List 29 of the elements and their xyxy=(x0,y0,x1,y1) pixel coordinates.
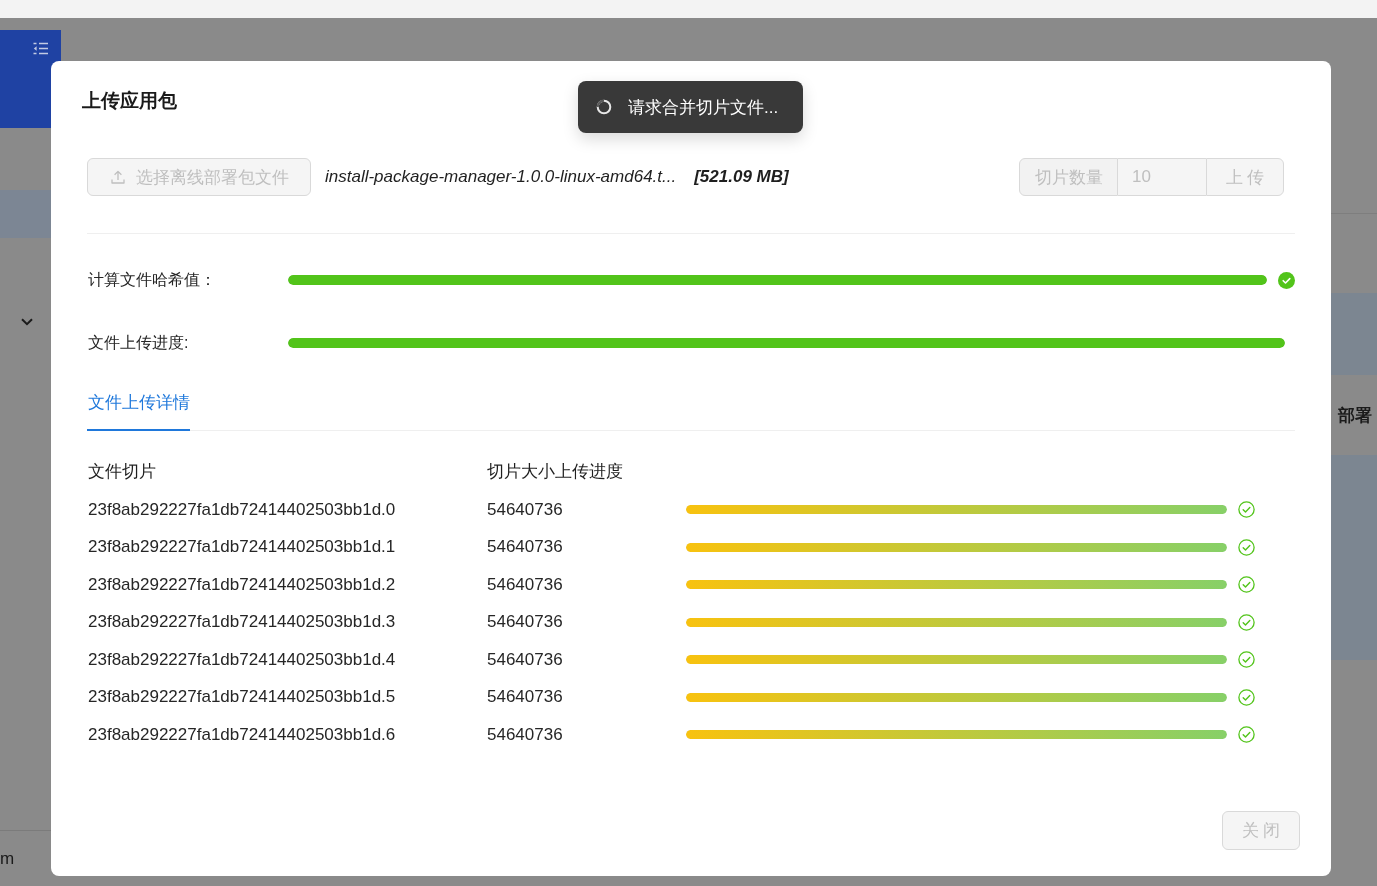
tab[interactable]: 文件上传详情 xyxy=(87,391,190,431)
column-header: 切片大小上传进度 xyxy=(487,460,624,483)
upload-icon xyxy=(109,169,126,185)
slice-name: 23f8ab292227fa1db72414402503bb1d.0 xyxy=(88,499,397,520)
slice-name: 23f8ab292227fa1db72414402503bb1d.5 xyxy=(88,687,397,708)
slice-name: 23f8ab292227fa1db72414402503bb1d.2 xyxy=(88,574,397,595)
slice-name: 23f8ab292227fa1db72414402503bb1d.4 xyxy=(88,649,397,670)
slice-size: 54640736 xyxy=(487,649,564,670)
chevron-down-icon[interactable] xyxy=(21,318,33,326)
slice-name: 23f8ab292227fa1db72414402503bb1d.3 xyxy=(88,612,397,633)
progress-label: 计算文件哈希值： xyxy=(87,269,217,290)
file-size: [521.09 MB] xyxy=(694,167,789,187)
column-header: 文件切片 xyxy=(88,460,157,483)
slice-size: 54640736 xyxy=(487,574,564,595)
dialog-title: 上传应用包 xyxy=(82,89,177,113)
slice-size: 54640736 xyxy=(487,499,564,520)
toast-text: 请求合并切片文件... xyxy=(628,96,779,119)
slice-name: 23f8ab292227fa1db72414402503bb1d.6 xyxy=(88,724,397,745)
slice-size: 54640736 xyxy=(487,537,564,558)
menu-fold-icon[interactable] xyxy=(33,42,48,55)
loading-spinner-icon xyxy=(596,99,612,115)
slice-name: 23f8ab292227fa1db72414402503bb1d.1 xyxy=(88,537,397,558)
slice-size: 54640736 xyxy=(487,724,564,745)
file-name: install-package-manager-1.0.0-linux-amd64.t... xyxy=(325,167,677,187)
progress-label: 文件上传进度: xyxy=(87,332,190,353)
row-text: 部署 xyxy=(1338,404,1372,427)
footer-text: m xyxy=(0,848,15,869)
slice-size: 54640736 xyxy=(487,612,564,633)
slice-size: 54640736 xyxy=(487,687,564,708)
